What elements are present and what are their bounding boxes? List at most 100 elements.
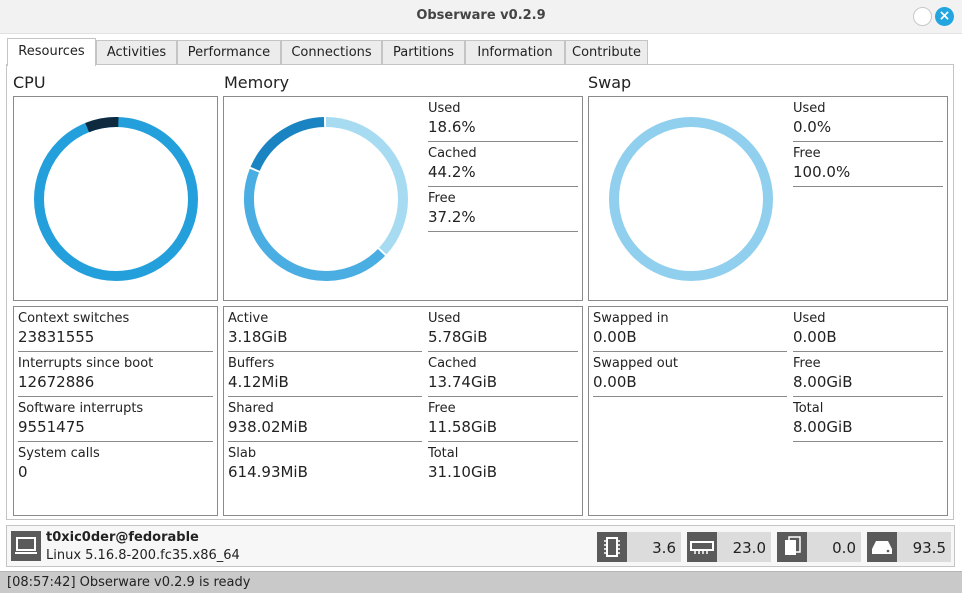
tab-contribute[interactable]: Contribute xyxy=(565,40,648,65)
stat-value: 614.93MiB xyxy=(228,463,308,481)
cpu-stat-interrupts: Interrupts since boot 12672886 xyxy=(18,356,214,392)
memory-ring-segment-cached xyxy=(244,117,408,281)
status-message: [08:57:42] Obserware v0.2.9 is ready xyxy=(7,575,251,590)
stat-label: Software interrupts xyxy=(18,401,144,416)
legend-label: Used xyxy=(428,101,461,116)
stat-value: 23831555 xyxy=(18,328,95,346)
stat-label: Used xyxy=(793,311,826,326)
memory-stat-slab: Slab 614.93MiB xyxy=(228,446,423,482)
stat-value: 5.78GiB xyxy=(428,328,488,346)
swap-stat-swapped-out: Swapped out 0.00B xyxy=(593,356,788,392)
window-titlebar[interactable]: Obserware v0.2.9 × xyxy=(0,0,962,34)
divider xyxy=(18,351,213,352)
divider xyxy=(18,396,213,397)
memory-section-title: Memory xyxy=(224,73,290,92)
memory-chart-box: Used 18.6% Cached 44.2% Free 37.2% xyxy=(223,96,583,301)
swap-stat-used: Used 0.00B xyxy=(793,311,943,347)
minimize-button[interactable] xyxy=(913,7,932,26)
cpu-donut-chart xyxy=(33,116,198,281)
swap-stat-total: Total 8.00GiB xyxy=(793,401,943,437)
cpu-ring-idle-segment xyxy=(33,116,198,281)
stat-value: 0.00B xyxy=(593,328,637,346)
stat-label: Slab xyxy=(228,446,257,461)
close-icon: × xyxy=(938,8,951,24)
tab-resources[interactable]: Resources xyxy=(7,38,96,66)
memory-legend-used: Used 18.6% xyxy=(428,101,578,137)
stat-value: 9551475 xyxy=(18,418,85,436)
legend-label: Free xyxy=(793,146,821,161)
tab-activities[interactable]: Activities xyxy=(96,40,177,65)
legend-label: Cached xyxy=(428,146,477,161)
legend-value: 18.6% xyxy=(428,118,476,136)
cpu-ring-usage xyxy=(34,117,198,281)
stat-value: 0 xyxy=(18,463,28,481)
swap-usage-metric: 0.0 xyxy=(777,532,861,562)
divider xyxy=(228,351,422,352)
memory-stat-total: Total 31.10GiB xyxy=(428,446,578,482)
computer-icon xyxy=(11,531,41,561)
swap-section-title: Swap xyxy=(588,73,632,92)
stat-label: Active xyxy=(228,311,269,326)
swap-stat-free: Free 8.00GiB xyxy=(793,356,943,392)
memory-usage-metric: 23.0 xyxy=(687,532,771,562)
metric-value: 0.0 xyxy=(832,539,856,557)
legend-value: 0.0% xyxy=(793,118,832,136)
metric-value: 23.0 xyxy=(732,539,766,557)
tab-information[interactable]: Information xyxy=(465,40,565,65)
cpu-usage-metric: 3.6 xyxy=(597,532,681,562)
divider xyxy=(18,441,213,442)
cpu-chip-icon xyxy=(597,532,627,562)
divider xyxy=(428,441,578,442)
stat-label: Buffers xyxy=(228,356,275,371)
tab-performance[interactable]: Performance xyxy=(177,40,281,65)
swap-chart-box: Used 0.0% Free 100.0% xyxy=(588,96,948,301)
stat-value: 13.74GiB xyxy=(428,373,498,391)
tab-partitions[interactable]: Partitions xyxy=(382,40,465,65)
stat-label: Free xyxy=(793,356,821,371)
stat-value: 3.18GiB xyxy=(228,328,288,346)
swap-ring-free xyxy=(609,117,773,281)
stat-value: 4.12MiB xyxy=(228,373,289,391)
stat-label: Shared xyxy=(228,401,274,416)
stat-value: 0.00B xyxy=(593,373,637,391)
stat-label: Free xyxy=(428,401,456,416)
cpu-stat-context-switches: Context switches 23831555 xyxy=(18,311,214,347)
divider xyxy=(593,351,787,352)
stat-value: 8.00GiB xyxy=(793,373,853,391)
disk-drive-icon xyxy=(867,532,897,562)
tab-connections[interactable]: Connections xyxy=(281,40,382,65)
disk-usage-metric: 93.5 xyxy=(867,532,951,562)
cpu-section-title: CPU xyxy=(13,73,46,92)
divider xyxy=(428,141,578,142)
metric-value: 3.6 xyxy=(652,539,676,557)
memory-stat-free: Free 11.58GiB xyxy=(428,401,578,437)
legend-value: 37.2% xyxy=(428,208,476,226)
stat-value: 8.00GiB xyxy=(793,418,853,436)
stat-value: 938.02MiB xyxy=(228,418,308,436)
memory-legend-free: Free 37.2% xyxy=(428,191,578,227)
divider xyxy=(428,231,578,232)
host-summary-bar: t0xic0der@fedorable Linux 5.16.8-200.fc3… xyxy=(6,525,955,567)
memory-stat-buffers: Buffers 4.12MiB xyxy=(228,356,423,392)
memory-stat-cached: Cached 13.74GiB xyxy=(428,356,578,392)
memory-module-icon xyxy=(687,532,717,562)
divider xyxy=(793,141,943,142)
divider xyxy=(428,186,578,187)
memory-stat-active: Active 3.18GiB xyxy=(228,311,423,347)
legend-value: 44.2% xyxy=(428,163,476,181)
divider xyxy=(793,351,943,352)
legend-value: 100.0% xyxy=(793,163,851,181)
stat-label: Context switches xyxy=(18,311,130,326)
memory-stats-box: Active 3.18GiB Buffers 4.12MiB Shared 93… xyxy=(223,306,583,516)
memory-ring-segment-used xyxy=(244,117,408,281)
close-button[interactable]: × xyxy=(935,7,954,26)
stat-value: 0.00B xyxy=(793,328,837,346)
stat-label: Cached xyxy=(428,356,477,371)
window-title: Obserware v0.2.9 xyxy=(416,8,546,23)
stat-label: Swapped in xyxy=(593,311,669,326)
stat-value: 31.10GiB xyxy=(428,463,498,481)
cpu-stats-box: Context switches 23831555 Interrupts sin… xyxy=(13,306,218,516)
stat-label: Used xyxy=(428,311,461,326)
memory-donut-chart xyxy=(244,117,408,281)
divider xyxy=(228,396,422,397)
